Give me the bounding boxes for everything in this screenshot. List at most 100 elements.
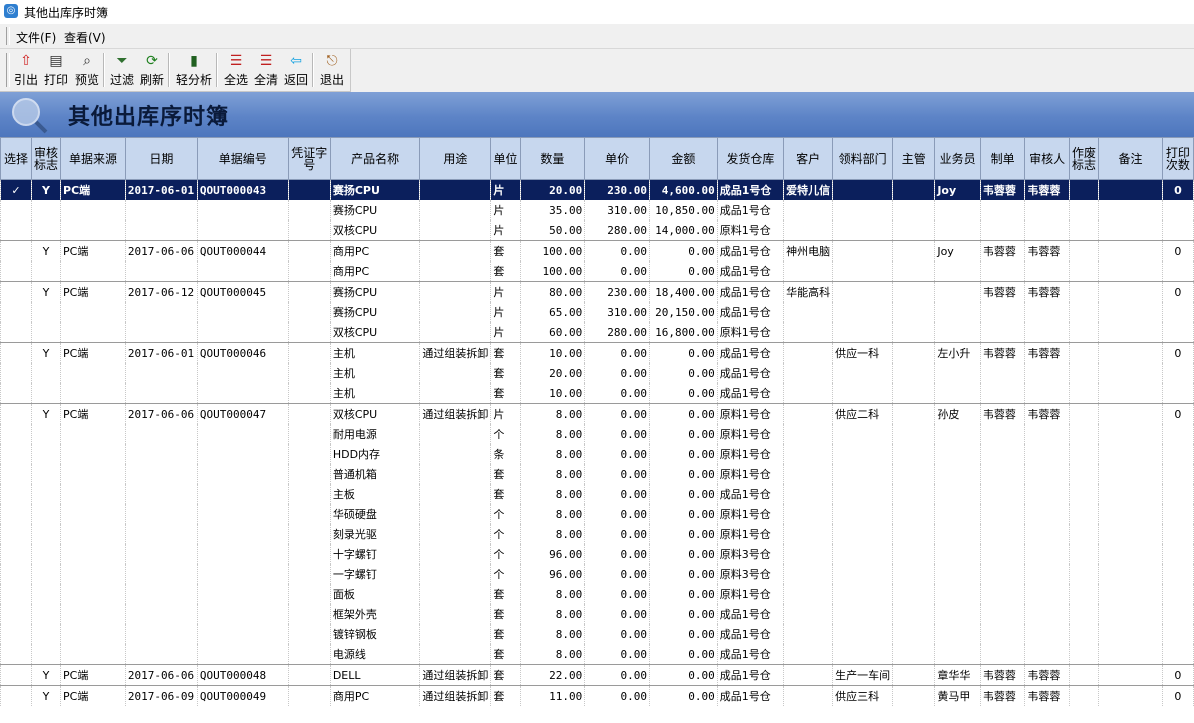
- voucher-table: 选择 审核标志 单据来源 日期 单据编号 凭证字号 产品名称 用途 单位 数量 单价 金额 发货仓库 客户…: [0, 137, 1194, 706]
- export-icon: ⇧: [20, 53, 32, 69]
- table-row[interactable]: HDD内存条 8.00 0.00 0.00 原料1号仓: [0, 444, 1194, 464]
- cell-pr: 0.00: [584, 644, 650, 665]
- cell-amt: 20,150.00: [648, 302, 718, 322]
- cell-dept: [832, 504, 894, 524]
- cell-maker: [979, 604, 1026, 624]
- toolbar-clear-all-button[interactable]: ☰ 全清: [252, 51, 280, 89]
- toolbar-filter-button[interactable]: ⏷ 过滤: [108, 51, 136, 89]
- table-row[interactable]: 双核CPU 片 50.00 280.00 14,000.00 原料1号仓: [0, 220, 1194, 241]
- cell-wh: 成品1号仓: [716, 261, 785, 282]
- cell-date: [124, 322, 198, 343]
- cell-pr: 0.00: [584, 584, 650, 604]
- column-header[interactable]: 选择: [0, 137, 32, 180]
- table-row[interactable]: 商用PC 套 100.00 0.00 0.00 成品1号仓: [0, 261, 1194, 282]
- cell-p: 耐用电源: [329, 424, 421, 444]
- toolbar-print-button[interactable]: ▤ 打印: [42, 51, 70, 89]
- column-header[interactable]: 用途: [419, 137, 492, 180]
- cell-dept: [832, 424, 894, 444]
- cell-maker: [979, 383, 1026, 404]
- table-row[interactable]: Y PC端 2017-06-12 QOUT000045 赛扬CPU 片 80.00 230.0…: [0, 281, 1194, 302]
- cell-pc: [1161, 484, 1194, 504]
- cell-mgr: [892, 524, 936, 544]
- table-row[interactable]: 一字螺钉个 96.00 0.00 0.00 原料3号仓: [0, 564, 1194, 584]
- table-row[interactable]: 镀锌钢板套 8.00 0.00 0.00 成品1号仓: [0, 624, 1194, 644]
- cell-a: [30, 604, 62, 624]
- column-header[interactable]: 审核标志: [30, 137, 62, 180]
- table-row[interactable]: 十字螺钉个 96.00 0.00 0.00 原料3号仓: [0, 544, 1194, 564]
- cell-mgr: [892, 322, 936, 343]
- table-row[interactable]: 电源线套 8.00 0.00 0.00 成品1号仓: [0, 644, 1194, 665]
- cell-cust: [783, 664, 834, 686]
- column-header[interactable]: 金额: [648, 137, 718, 180]
- column-header[interactable]: 领料部门: [832, 137, 894, 180]
- table-row[interactable]: Y PC端 2017-06-09 QOUT000049 商用PC 通过组装拆卸套 11.00…: [0, 685, 1194, 706]
- cell-s: [0, 484, 32, 504]
- column-header[interactable]: 产品名称: [329, 137, 421, 180]
- column-header[interactable]: 单价: [584, 137, 650, 180]
- toolbar-export-button[interactable]: ⇧ 引出: [12, 51, 40, 89]
- table-row[interactable]: Y PC端 2017-06-06 QOUT000047 双核CPU 通过组装拆卸片 8.00…: [0, 403, 1194, 424]
- table-row[interactable]: Y PC端 2017-06-01 QOUT000046 主机 通过组装拆卸套 10.00 0.…: [0, 342, 1194, 363]
- cell-pr: 0.00: [584, 544, 650, 564]
- table-row[interactable]: Y PC端 2017-06-06 QOUT000044 商用PC 套 100.00 0.00 0…: [0, 240, 1194, 261]
- column-header[interactable]: 单据来源: [60, 137, 126, 180]
- column-header[interactable]: 备注: [1098, 137, 1163, 180]
- table-row[interactable]: 赛扬CPU 片 35.00 310.00 10,850.00 成品1号仓: [0, 200, 1194, 220]
- cell-a: [30, 584, 62, 604]
- cell-mgr: [892, 644, 936, 665]
- toolbar-back-button[interactable]: ⇦ 返回: [282, 51, 310, 89]
- table-row[interactable]: 耐用电源个 8.00 0.00 0.00 原料1号仓: [0, 424, 1194, 444]
- cell-p: 华硕硬盘: [329, 504, 421, 524]
- cell-pr: 310.00: [584, 302, 650, 322]
- table-row[interactable]: 主板套 8.00 0.00 0.00 成品1号仓: [0, 484, 1194, 504]
- column-header[interactable]: 主管: [892, 137, 936, 180]
- cell-v: [287, 584, 331, 604]
- cell-p: 商用PC: [329, 261, 421, 282]
- table-row[interactable]: 主机套 20.00 0.00 0.00 成品1号仓: [0, 363, 1194, 383]
- column-header[interactable]: 客户: [783, 137, 834, 180]
- cell-no: QOUT000046: [196, 342, 289, 363]
- menu-file[interactable]: 文件(F): [16, 29, 56, 46]
- toolbar-exit-button[interactable]: ⎋ 退出: [318, 51, 346, 89]
- column-header[interactable]: 制单: [979, 137, 1026, 180]
- column-header[interactable]: 打印次数: [1161, 137, 1194, 180]
- column-header[interactable]: 业务员: [934, 137, 981, 180]
- cell-q: 100.00: [519, 240, 586, 261]
- table-row[interactable]: 框架外壳套 8.00 0.00 0.00 成品1号仓: [0, 604, 1194, 624]
- table-row[interactable]: 华硕硬盘个 8.00 0.00 0.00 原料1号仓: [0, 504, 1194, 524]
- column-header[interactable]: 单据编号: [196, 137, 289, 180]
- cell-pc: [1161, 504, 1194, 524]
- table-row[interactable]: 双核CPU 片 60.00 280.00 16,800.00 原料1号仓: [0, 322, 1194, 343]
- column-header[interactable]: 日期: [124, 137, 198, 180]
- toolbar-refresh-button[interactable]: ⟳ 刷新: [138, 51, 166, 89]
- cell-use: [419, 281, 492, 302]
- column-header[interactable]: 审核人: [1024, 137, 1070, 180]
- table-row[interactable]: Y PC端 2017-06-06 QOUT000048 DELL 通过组装拆卸套 22.00…: [0, 664, 1194, 686]
- cell-v: [287, 564, 331, 584]
- cell-amt: 18,400.00: [648, 281, 718, 302]
- column-header[interactable]: 单位: [490, 137, 521, 180]
- cell-v: [287, 342, 331, 363]
- cell-v: [287, 664, 331, 686]
- toolbar-select-all-button[interactable]: ☰ 全选: [222, 51, 250, 89]
- table-row[interactable]: 面板套 8.00 0.00 0.00 原料1号仓: [0, 584, 1194, 604]
- cell-void: [1068, 484, 1100, 504]
- table-row[interactable]: 主机套 10.00 0.00 0.00 成品1号仓: [0, 383, 1194, 404]
- cell-use: [419, 544, 492, 564]
- toolbar-analysis-button[interactable]: ▮ 轻分析: [174, 51, 214, 89]
- cell-date: [124, 504, 198, 524]
- cell-src: [60, 322, 126, 343]
- column-header[interactable]: 凭证字号: [287, 137, 331, 180]
- column-header[interactable]: 数量: [519, 137, 586, 180]
- table-row[interactable]: 刻录光驱个 8.00 0.00 0.00 原料1号仓: [0, 524, 1194, 544]
- cell-u: 片: [490, 220, 521, 241]
- table-row[interactable]: 普通机箱套 8.00 0.00 0.00 原料1号仓: [0, 464, 1194, 484]
- cell-wh: 原料3号仓: [716, 544, 785, 564]
- table-row[interactable]: 赛扬CPU 片 65.00 310.00 20,150.00 成品1号仓: [0, 302, 1194, 322]
- column-header[interactable]: 作废标志: [1068, 137, 1100, 180]
- menu-view[interactable]: 查看(V): [64, 29, 106, 46]
- column-header[interactable]: 发货仓库: [716, 137, 785, 180]
- toolbar-preview-button[interactable]: ⌕ 预览: [72, 51, 102, 89]
- table-row[interactable]: ✓ Y PC端 2017-06-01 QOUT000043 赛扬CPU 片 20.00 230.…: [0, 179, 1194, 200]
- cell-p: 普通机箱: [329, 464, 421, 484]
